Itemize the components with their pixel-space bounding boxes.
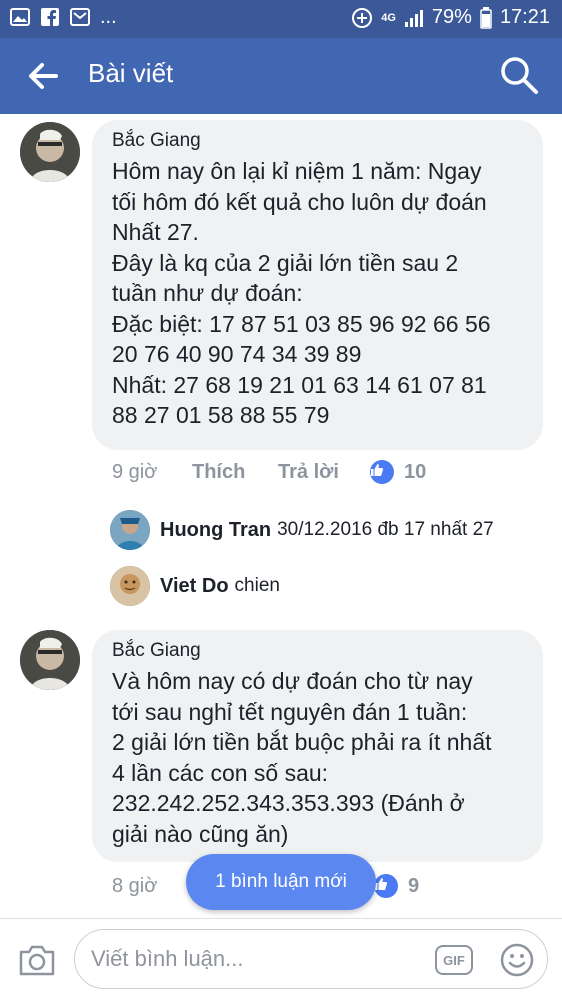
page-title: Bài viết: [88, 58, 174, 88]
like-button[interactable]: Thích: [192, 461, 278, 484]
comment-author[interactable]: Bắc Giang: [112, 130, 201, 152]
network-type: 4G: [381, 11, 396, 24]
app-header: Bài viết: [0, 38, 562, 114]
data-saver-icon: [352, 7, 373, 28]
camera-icon[interactable]: [18, 943, 56, 977]
comment-bubble: Bắc Giang Và hôm nay có dự đoán cho từ n…: [92, 630, 543, 862]
avatar[interactable]: [20, 630, 80, 690]
thumbs-up-icon: [374, 874, 398, 898]
comment-placeholder: Viết bình luận...: [91, 946, 244, 971]
clock: 17:21: [499, 6, 550, 28]
reply-item: Viet Do chien: [110, 566, 280, 606]
arrow-left-icon[interactable]: [24, 58, 60, 94]
gif-button[interactable]: GIF: [435, 945, 473, 975]
battery-icon: [480, 6, 492, 29]
signal-icon: [404, 9, 423, 27]
status-more: ...: [100, 6, 117, 28]
reply-author[interactable]: Viet Do: [160, 575, 229, 598]
messages-icon: [70, 8, 90, 26]
search-icon[interactable]: [498, 54, 540, 96]
like-count[interactable]: 10: [404, 461, 426, 484]
facebook-icon: [41, 8, 59, 26]
comment-bubble: Bắc Giang Hôm nay ôn lại kỉ niệm 1 năm: …: [92, 120, 543, 450]
comment-author[interactable]: Bắc Giang: [112, 640, 201, 662]
like-count[interactable]: 9: [408, 875, 419, 898]
reply-item: Huong Tran 30/12.2016 đb 17 nhất 27: [110, 510, 494, 550]
comment-text: Hôm nay ôn lại kỉ niệm 1 năm: Ngay tối h…: [112, 158, 491, 428]
comment-actions: 9 giờ Thích Trả lời 10: [112, 460, 426, 484]
thumbs-up-icon: [370, 460, 394, 484]
comment-input[interactable]: Viết bình luận... GIF: [74, 929, 548, 989]
avatar[interactable]: [110, 510, 150, 550]
comment-text: Và hôm nay có dự đoán cho từ nay tới sau…: [112, 668, 492, 847]
comment-time: 9 giờ: [112, 460, 158, 483]
avatar[interactable]: [110, 566, 150, 606]
reply-text: chien: [234, 575, 280, 596]
gallery-icon: [10, 8, 30, 26]
reply-text: 30/12.2016 đb 17 nhất 27: [277, 519, 494, 540]
reply-author[interactable]: Huong Tran: [160, 519, 271, 542]
avatar[interactable]: [20, 122, 80, 182]
sticker-icon[interactable]: [499, 942, 535, 978]
battery-percent: 79%: [431, 6, 472, 28]
comment-composer: Viết bình luận... GIF: [0, 918, 562, 1000]
status-bar: ... 4G 79% 17:21: [0, 0, 562, 38]
new-comments-button[interactable]: 1 bình luận mới: [186, 854, 376, 910]
reply-button[interactable]: Trả lời: [278, 461, 370, 484]
